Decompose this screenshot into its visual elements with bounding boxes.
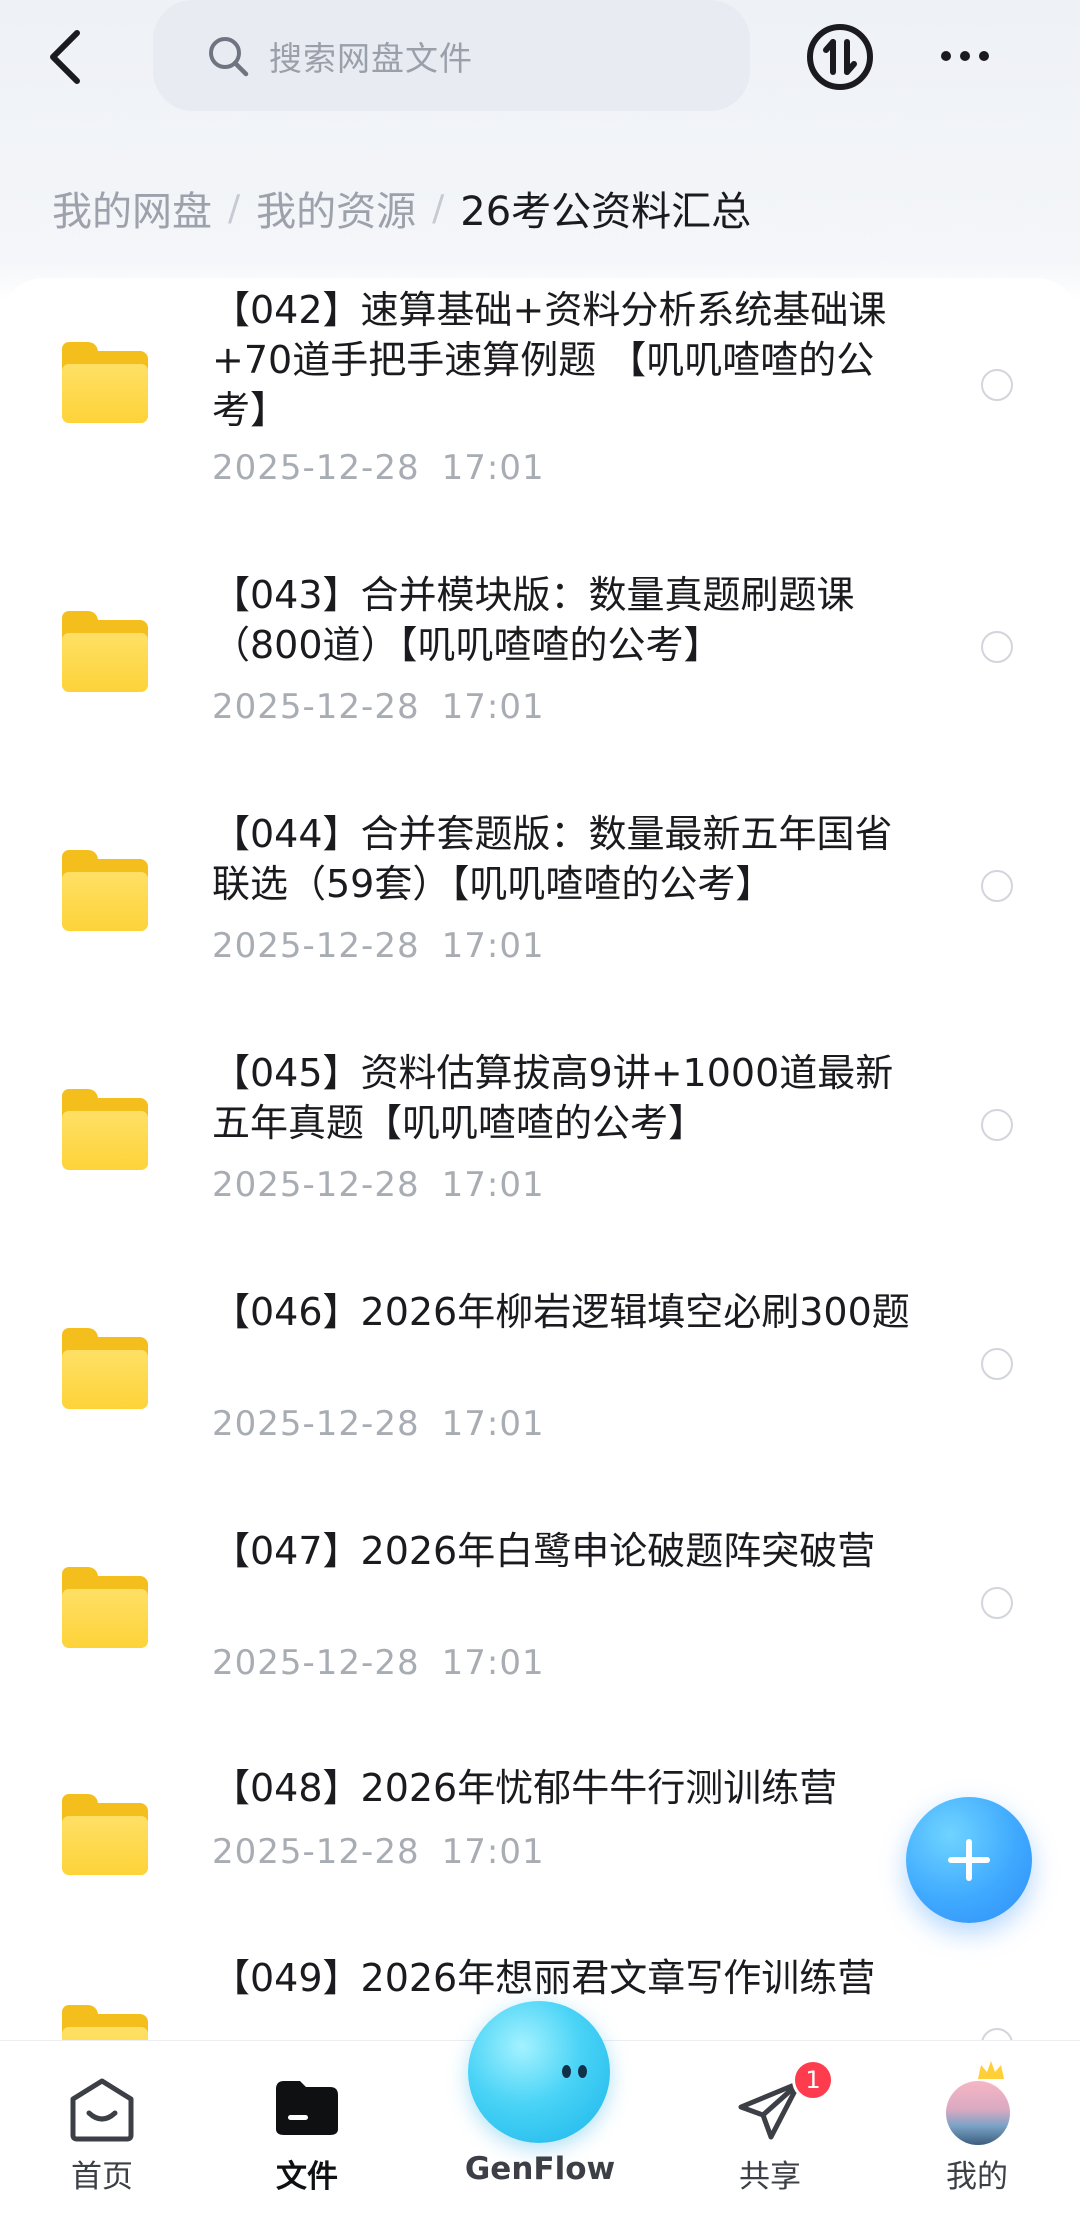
nav-label-mine: 我的 [946,2159,1008,2195]
transfer-button[interactable] [805,22,875,92]
avatar[interactable] [946,2081,1010,2145]
breadcrumb-item-current: 26考公资料汇总 [460,189,752,235]
mascot-eye [578,2065,587,2078]
search-icon [209,36,249,76]
folder-icon [62,850,148,931]
folder-icon [62,1567,148,1648]
folder-icon [276,2081,338,2135]
select-radio[interactable] [981,2028,1013,2040]
notification-badge: 1 [792,2059,834,2101]
file-row[interactable]: 【047】2026年白鹭申论破题阵突破营 2025-12-28 17:01 [0,1499,1080,1738]
more-button[interactable] [930,30,1000,82]
folder-icon [62,2005,148,2040]
nav-label-home: 首页 [71,2159,133,2195]
file-name: 【047】2026年白鹭申论破题阵突破营 [212,1529,876,1573]
select-radio[interactable] [981,870,1013,902]
file-name: 【045】资料估算拔高9讲+1000道最新五年真题【叽叽喳喳的公考】 [212,1051,894,1145]
file-date-day: 2025-12-28 [212,1404,420,1444]
file-date: 2025-12-28 17:01 [212,1832,545,1872]
file-date: 2025-12-28 17:01 [212,1404,545,1444]
folder-icon [62,342,148,423]
file-date-day: 2025-12-28 [212,1832,420,1872]
breadcrumb-separator: / [228,187,241,229]
file-date-time: 17:01 [441,1643,545,1683]
file-name: 【046】2026年柳岩逻辑填空必刷300题 [212,1290,910,1334]
dot-icon [960,51,970,61]
folder-icon [62,1328,148,1409]
file-date-time: 17:01 [441,1404,545,1444]
breadcrumb-item-my-resources[interactable]: 我的资源 [256,179,416,237]
file-date-day: 2025-12-28 [212,687,420,727]
file-date-day: 2025-12-28 [212,448,420,488]
top-bar: 搜索网盘文件 [0,0,1080,120]
search-input[interactable]: 搜索网盘文件 [153,0,750,111]
folder-icon [62,611,148,692]
mascot-eye [562,2065,571,2078]
file-name: 【048】2026年忧郁牛牛行测训练营 [212,1766,838,1810]
home-icon [70,2078,134,2142]
folder-icon [62,1089,148,1170]
file-date-day: 2025-12-28 [212,926,420,966]
folder-icon [62,1794,148,1875]
file-row[interactable]: 【046】2026年柳岩逻辑填空必刷300题 2025-12-28 17:01 [0,1260,1080,1499]
nav-item-files[interactable]: 文件 [232,2041,382,2220]
crown-icon [978,2061,1004,2079]
file-name: 【044】合并套题版：数量最新五年国省联选（59套）【叽叽喳喳的公考】 [212,812,893,906]
select-radio[interactable] [981,1587,1013,1619]
file-name: 【043】合并模块版：数量真题刷题课（800道）【叽叽喳喳的公考】 [212,573,855,667]
dot-icon [979,51,989,61]
file-name: 【042】速算基础+资料分析系统基础课+70道手把手速算例题 【叽叽喳喳的公考】 [212,288,887,432]
nav-item-home[interactable]: 首页 [27,2041,177,2220]
dot-icon [941,51,951,61]
file-row[interactable]: 【042】速算基础+资料分析系统基础课+70道手把手速算例题 【叽叽喳喳的公考】… [0,278,1080,543]
file-date-day: 2025-12-28 [212,1643,420,1683]
breadcrumb-item-my-drive[interactable]: 我的网盘 [52,179,212,237]
select-radio[interactable] [981,1109,1013,1141]
bottom-nav: 首页 文件 GenFlow 共享 1 我的 [0,2001,1080,2220]
file-date-time: 17:01 [441,1165,545,1205]
nav-label-share: 共享 [739,2159,801,2195]
select-radio[interactable] [981,631,1013,663]
plus-icon [948,1839,990,1881]
file-row[interactable]: 【044】合并套题版：数量最新五年国省联选（59套）【叽叽喳喳的公考】 2025… [0,782,1080,1021]
file-date: 2025-12-28 17:01 [212,448,545,488]
transfer-icon [807,24,873,90]
nav-label-genflow[interactable]: GenFlow [440,2151,640,2187]
add-button[interactable] [906,1797,1032,1923]
file-name: 【049】2026年想丽君文章写作训练营 [212,1956,876,2000]
breadcrumb-separator: / [432,187,445,229]
genflow-button[interactable] [468,2001,610,2143]
file-date-time: 17:01 [441,1832,545,1872]
select-radio[interactable] [981,369,1013,401]
select-radio[interactable] [981,1348,1013,1380]
file-date-time: 17:01 [441,926,545,966]
file-list: 【042】速算基础+资料分析系统基础课+70道手把手速算例题 【叽叽喳喳的公考】… [0,278,1080,2040]
back-button[interactable] [30,22,100,92]
breadcrumb: 我的网盘 / 我的资源 / 26考公资料汇总 [52,180,751,236]
nav-label-files: 文件 [276,2159,338,2195]
file-date: 2025-12-28 17:01 [212,687,545,727]
file-date: 2025-12-28 17:01 [212,926,545,966]
chevron-left-icon [50,30,80,84]
file-date-day: 2025-12-28 [212,1165,420,1205]
file-row[interactable]: 【045】资料估算拔高9讲+1000道最新五年真题【叽叽喳喳的公考】 2025-… [0,1021,1080,1260]
file-row[interactable]: 【043】合并模块版：数量真题刷题课（800道）【叽叽喳喳的公考】 2025-1… [0,543,1080,782]
file-date-time: 17:01 [441,448,545,488]
file-date: 2025-12-28 17:01 [212,1643,545,1683]
search-placeholder: 搜索网盘文件 [269,38,473,78]
file-date: 2025-12-28 17:01 [212,1165,545,1205]
file-date-time: 17:01 [441,687,545,727]
